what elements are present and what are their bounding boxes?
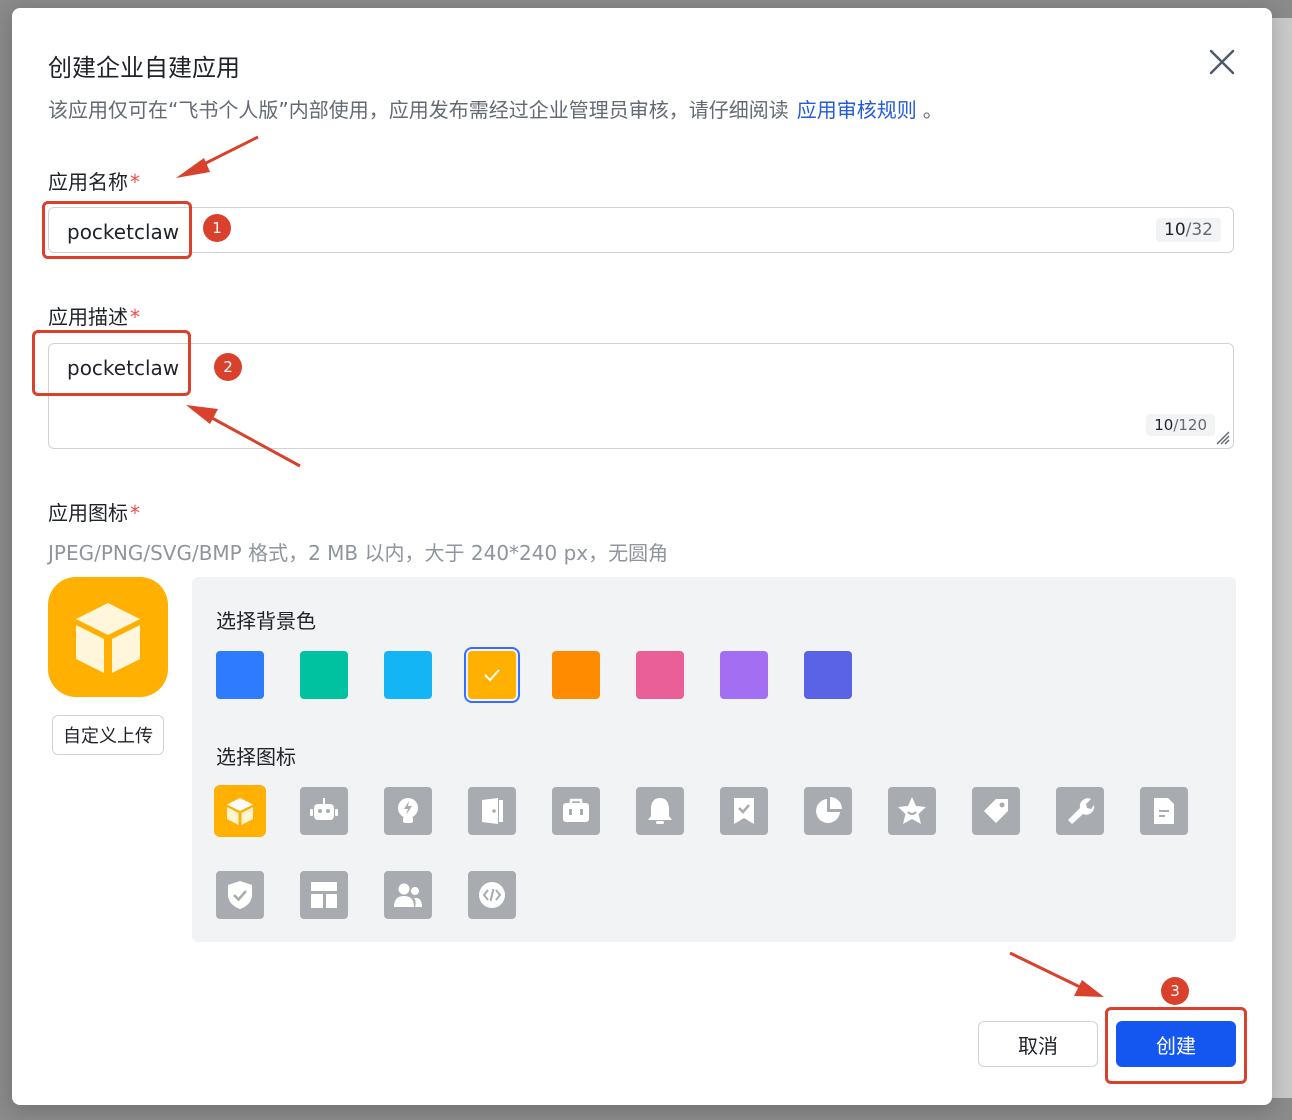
- arrow-to-desc-field: [186, 405, 301, 468]
- annotation-arrows: [176, 135, 1104, 997]
- arrow-to-name-label: [176, 135, 259, 178]
- arrow-to-create-button: [1009, 951, 1104, 997]
